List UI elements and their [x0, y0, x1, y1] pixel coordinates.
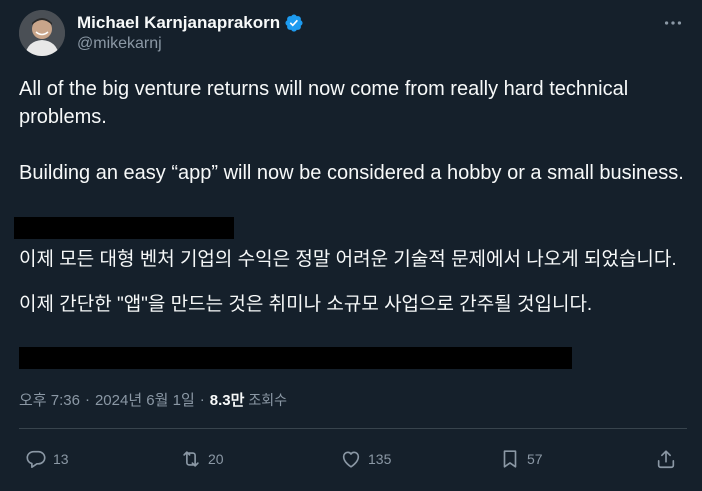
- translation-paragraph: 이제 간단한 "앱"을 만드는 것은 취미나 소규모 사업으로 간주될 것입니다…: [19, 294, 593, 315]
- reply-icon: [26, 450, 46, 468]
- more-dots-icon: [664, 21, 682, 25]
- translation-paragraph: 이제 모든 대형 벤처 기업의 수익은 정말 어려운 기술적 문제에서 나오게 …: [19, 249, 677, 270]
- retweet-count: 20: [208, 451, 224, 467]
- author-handle[interactable]: @mikekarnj: [77, 35, 162, 53]
- retweet-button[interactable]: 20: [180, 443, 224, 475]
- verified-badge-icon: [284, 13, 304, 33]
- bookmark-icon: [503, 450, 517, 468]
- retweet-icon: [183, 451, 199, 467]
- tweet-text-paragraph: All of the big venture returns will now …: [19, 78, 629, 128]
- bookmark-button[interactable]: 57: [499, 443, 543, 475]
- action-bar: 13 20 135 57: [0, 443, 702, 475]
- avatar[interactable]: [19, 10, 65, 56]
- tweet-time[interactable]: 오후 7:36: [19, 389, 80, 410]
- tweet-card: Michael Karnjanaprakorn @mikekarnj All o…: [0, 0, 702, 491]
- views-label: 조회수: [248, 391, 288, 408]
- share-icon: [657, 450, 675, 469]
- tweet-text-paragraph: Building an easy “app” will now be consi…: [19, 162, 684, 184]
- tweet-date[interactable]: 2024년 6월 1일: [95, 389, 195, 410]
- redaction-bar: [14, 217, 234, 239]
- more-options-button[interactable]: [660, 12, 686, 34]
- views-count: 8.3만: [209, 392, 245, 409]
- reply-button[interactable]: 13: [25, 443, 69, 475]
- share-button[interactable]: [655, 443, 677, 475]
- meta-separator: ·: [199, 391, 205, 408]
- author-display-name[interactable]: Michael Karnjanaprakorn: [77, 13, 280, 33]
- redaction-bar: [19, 347, 572, 369]
- bookmark-count: 57: [527, 451, 543, 467]
- divider: [19, 428, 687, 429]
- reply-count: 13: [53, 451, 69, 467]
- avatar-image: [19, 10, 65, 56]
- author-name-row: Michael Karnjanaprakorn: [77, 12, 304, 34]
- heart-icon: [342, 451, 360, 468]
- tweet-metadata: 오후 7:36 · 2024년 6월 1일 · 8.3만 조회수: [19, 389, 287, 410]
- like-count: 135: [368, 451, 392, 467]
- like-button[interactable]: 135: [340, 443, 391, 475]
- meta-separator: ·: [84, 391, 90, 408]
